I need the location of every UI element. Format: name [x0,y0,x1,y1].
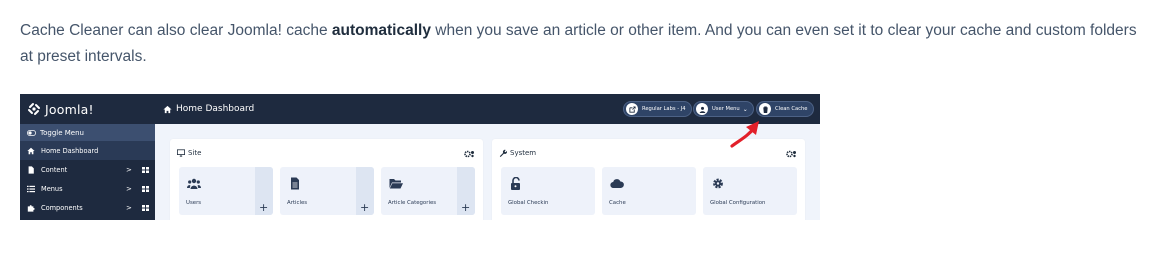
tile-cache[interactable]: Cache [602,167,696,215]
admin-sidebar: Toggle Menu Home Dashboard Content > Men… [20,124,155,220]
sidebar-item-components[interactable]: Components > [20,198,155,217]
add-article-button[interactable]: + [356,167,374,215]
sidebar-item-label: Components [41,203,83,212]
page-title-text: Home Dashboard [176,104,255,114]
add-user-button[interactable]: + [255,167,273,215]
user-menu-button[interactable]: User Menu ⌄ [693,101,754,117]
joomla-admin-screenshot: Joomla! Home Dashboard Regular Labs - J4… [20,94,820,220]
list-icon [27,185,35,192]
toggle-icon [27,129,36,136]
cloud-icon [610,179,624,189]
tile-label: Global Checkin [508,200,549,206]
plus-icon: + [461,201,471,214]
site-panel-title: Site [188,149,202,157]
chevron-down-icon: ⌄ [742,105,748,113]
clean-cache-button[interactable]: Clean Cache [756,101,814,117]
site-panel: Site Users + Articles + Article Categori… [170,139,483,220]
trash-icon [759,103,771,115]
tile-users[interactable]: Users + [179,167,273,215]
sidebar-item-label: Menus [41,184,63,193]
system-panel-title: System [510,149,537,157]
dashboard-grid-icon[interactable] [142,166,149,173]
system-panel-header: System [499,149,536,157]
tile-label: Cache [609,200,626,206]
unlock-icon [511,177,520,190]
folder-open-icon [389,179,403,189]
panel-settings-icon[interactable] [464,150,475,158]
user-menu-label: User Menu [712,106,740,112]
chevron-right-icon[interactable]: > [126,185,132,193]
panel-settings-icon[interactable] [786,150,797,158]
sidebar-item-menus[interactable]: Menus > [20,179,155,198]
wrench-icon [499,149,507,157]
chevron-right-icon[interactable]: > [126,204,132,212]
regular-labs-button[interactable]: Regular Labs - J4 [623,101,692,117]
chevron-right-icon[interactable]: > [126,166,132,174]
plus-icon: + [259,201,269,214]
logo-text: Joomla! [45,101,94,117]
home-icon [163,105,172,113]
page-title: Home Dashboard [163,94,254,124]
tile-label: Global Configuration [710,200,766,206]
tile-label: Users [186,200,202,206]
tile-article-categories[interactable]: Article Categories + [381,167,475,215]
regular-labs-label: Regular Labs - J4 [642,106,686,112]
intro-emphasis: automatically [331,22,431,39]
intro-text-1: Cache Cleaner can also clear Joomla! cac… [20,22,332,39]
desktop-icon [177,149,185,157]
home-icon [27,147,35,154]
toggle-menu-label: Toggle Menu [40,128,84,137]
sidebar-item-label: Home Dashboard [41,146,99,155]
tile-articles[interactable]: Articles + [280,167,374,215]
add-category-button[interactable]: + [457,167,475,215]
users-icon [187,178,201,189]
sidebar-item-label: Content [41,165,68,174]
clean-cache-label: Clean Cache [775,106,808,112]
intro-paragraph: Cache Cleaner can also clear Joomla! cac… [20,18,1140,70]
cog-icon [713,178,723,189]
dashboard-grid-icon[interactable] [142,185,149,192]
joomla-logo-icon [28,103,40,115]
external-link-icon [626,103,638,115]
toggle-menu[interactable]: Toggle Menu [20,124,155,141]
annotation-arrow-icon [730,121,759,148]
tile-global-checkin[interactable]: Global Checkin [501,167,595,215]
tile-global-configuration[interactable]: Global Configuration [703,167,797,215]
sidebar-item-content[interactable]: Content > [20,160,155,179]
tile-label: Article Categories [388,200,437,206]
tile-label: Articles [287,200,308,206]
system-panel: System Global Checkin Cache Global Confi… [492,139,805,220]
sidebar-item-home-dashboard[interactable]: Home Dashboard [20,141,155,160]
joomla-logo[interactable]: Joomla! [20,94,155,124]
file-icon [28,165,34,174]
dashboard-grid-icon[interactable] [142,204,149,211]
puzzle-icon [27,204,35,212]
admin-header: Joomla! Home Dashboard Regular Labs - J4… [20,94,820,124]
user-icon [696,103,708,115]
site-panel-header: Site [177,149,201,157]
file-text-icon [291,177,299,190]
plus-icon: + [360,201,370,214]
